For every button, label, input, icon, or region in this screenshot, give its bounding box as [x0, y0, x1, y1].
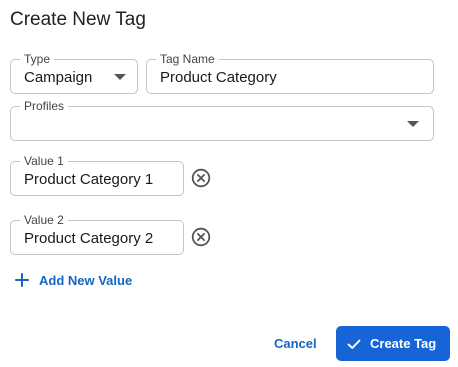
remove-value-1-button[interactable] — [191, 168, 211, 188]
value-1-label: Value 1 — [20, 154, 68, 168]
close-circle-icon — [191, 168, 211, 188]
value-2-label: Value 2 — [20, 213, 68, 227]
dialog-title: Create New Tag — [10, 9, 146, 30]
tag-name-value: Product Category — [160, 69, 277, 86]
value-1-text: Product Category 1 — [24, 171, 154, 188]
chevron-down-icon — [407, 121, 419, 127]
create-tag-dialog: Create New Tag Type Campaign Tag Name Pr… — [0, 0, 458, 367]
tag-name-label: Tag Name — [156, 52, 219, 66]
close-circle-icon — [191, 227, 211, 247]
value-1-field[interactable]: Value 1 Product Category 1 — [10, 154, 184, 196]
plus-icon — [15, 273, 29, 287]
add-new-value-label: Add New Value — [39, 272, 133, 288]
profiles-select[interactable]: Profiles — [10, 99, 434, 141]
value-2-field[interactable]: Value 2 Product Category 2 — [10, 213, 184, 255]
remove-value-2-button[interactable] — [191, 227, 211, 247]
type-value: Campaign — [24, 69, 93, 86]
create-tag-label: Create Tag — [370, 336, 437, 351]
chevron-down-icon — [114, 74, 126, 80]
type-label: Type — [20, 52, 55, 66]
value-2-text: Product Category 2 — [24, 230, 154, 247]
create-tag-button[interactable]: Create Tag — [336, 326, 450, 361]
profiles-label: Profiles — [20, 99, 69, 113]
type-select[interactable]: Type Campaign — [10, 52, 138, 94]
add-new-value-button[interactable]: Add New Value — [14, 272, 132, 288]
tag-name-field[interactable]: Tag Name Product Category — [146, 52, 434, 94]
check-icon — [347, 339, 361, 349]
cancel-button[interactable]: Cancel — [274, 336, 317, 351]
